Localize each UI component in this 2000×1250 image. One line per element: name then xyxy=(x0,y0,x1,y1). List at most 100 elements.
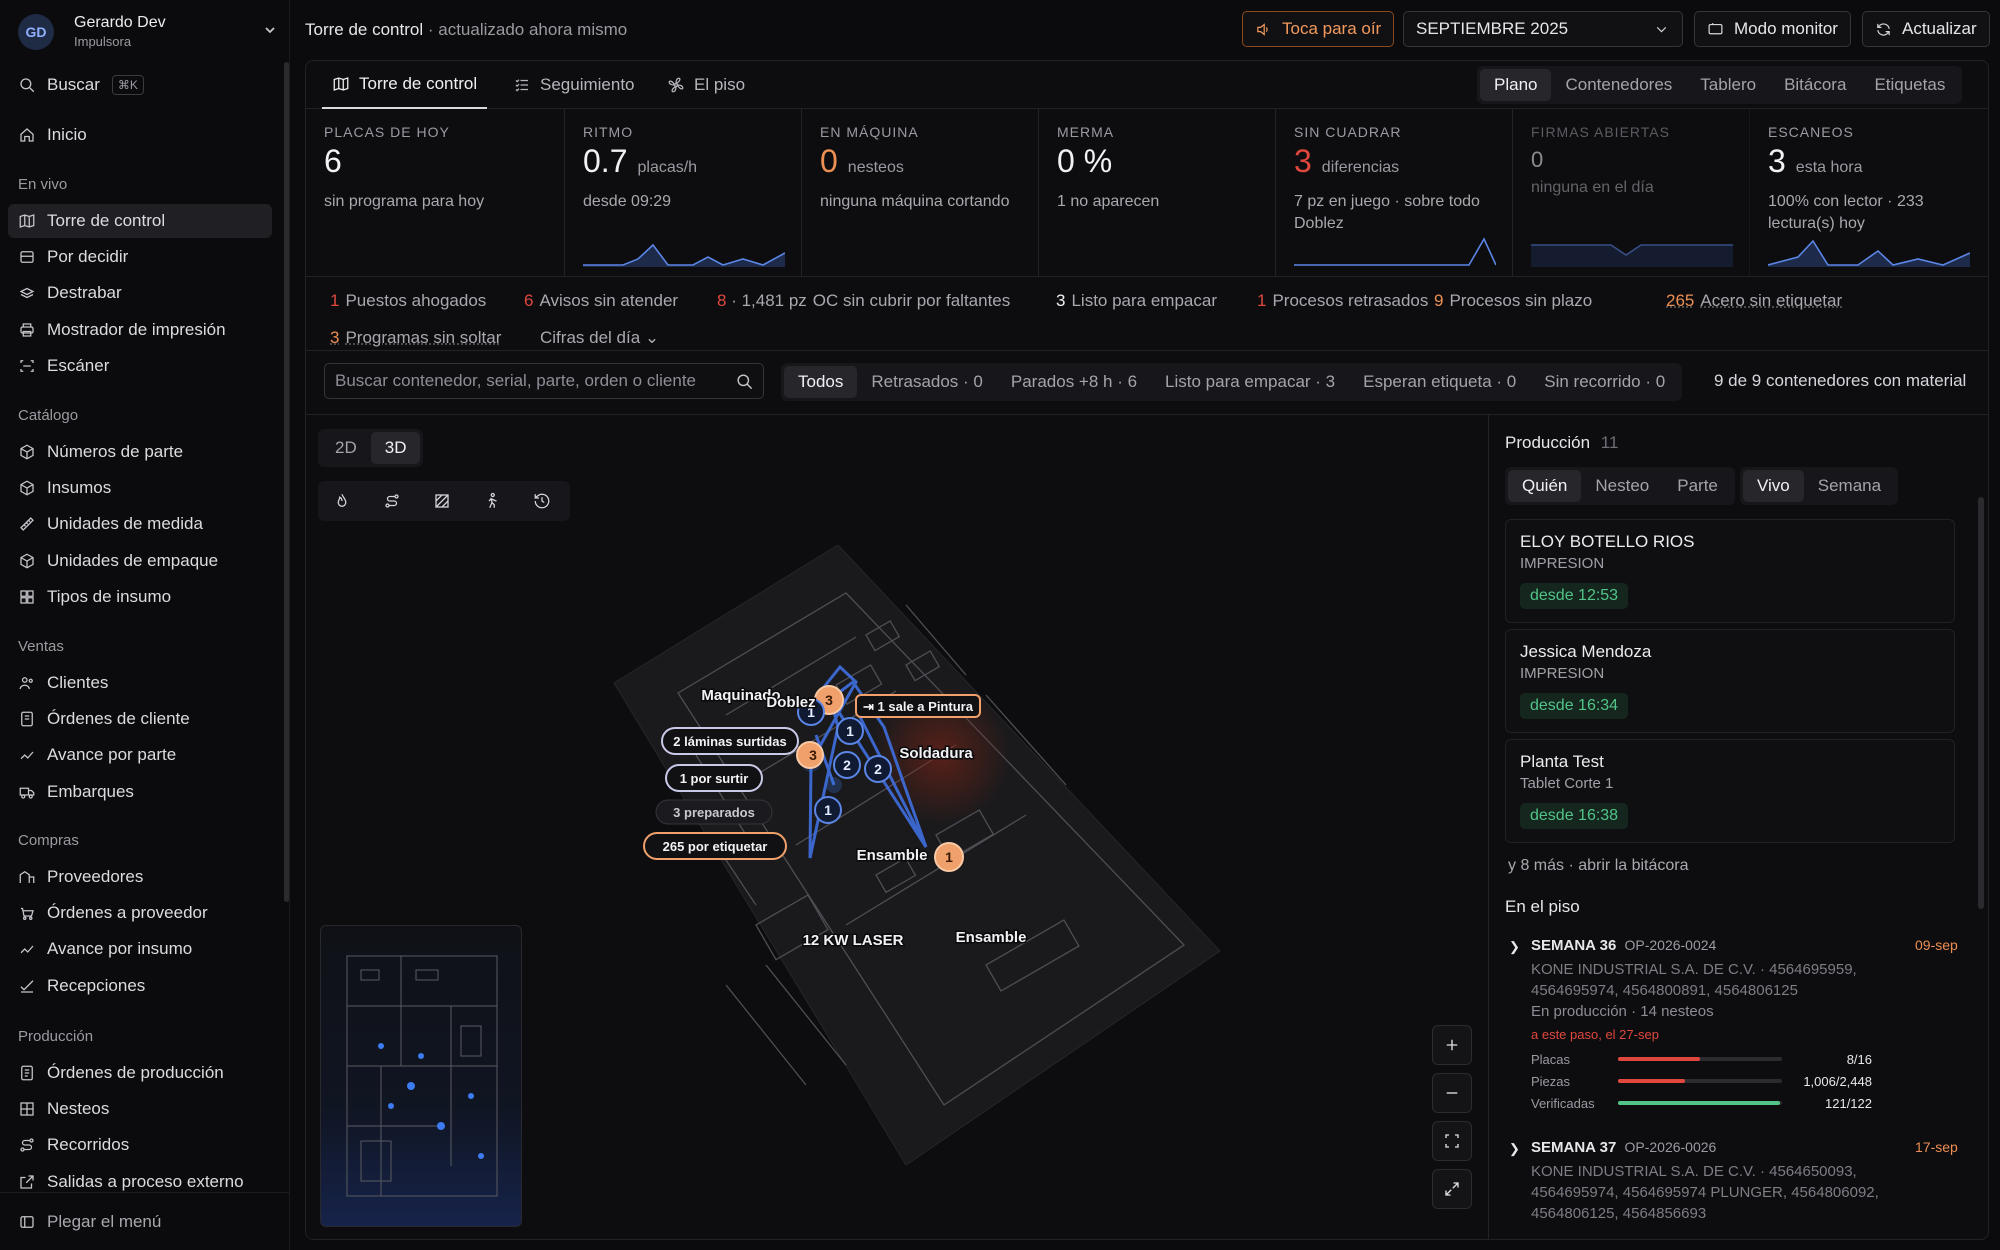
user-menu[interactable]: GD Gerardo Dev Impulsora xyxy=(18,12,278,52)
kpi-ritmo[interactable]: RITMO 0.7 placas/h desde 09:29 xyxy=(565,109,802,277)
sidebar-item-torre-de-control[interactable]: Torre de control xyxy=(8,204,272,238)
range-semana[interactable]: Semana xyxy=(1804,470,1895,502)
pill-sale-pintura[interactable]: ⇥ 1 sale a Pintura xyxy=(855,694,981,718)
kpi-en-maquina[interactable]: EN MÁQUINA 0 nesteos ninguna máquina cort… xyxy=(802,109,1039,277)
sidebar-item-ordenes-de-produccion[interactable]: Órdenes de producción xyxy=(8,1056,272,1090)
daily-figures-toggle[interactable]: Cifras del día ⌄ xyxy=(540,328,659,348)
group-parte[interactable]: Parte xyxy=(1663,470,1732,502)
chip-sin-recorrido[interactable]: Sin recorrido · 0 xyxy=(1530,366,1679,398)
mode-3d[interactable]: 3D xyxy=(370,432,421,464)
alert-item[interactable]: 8 · 1,481 pz OC sin cubrir por faltantes xyxy=(717,291,1010,311)
zoom-out-button[interactable] xyxy=(1432,1073,1472,1113)
sidebar-item-recepciones[interactable]: Recepciones xyxy=(8,969,272,1003)
alert-item[interactable]: 3 Listo para empacar xyxy=(1056,291,1217,311)
sidebar-item-recorridos[interactable]: Recorridos xyxy=(8,1128,272,1162)
sidebar-item-numeros-de-parte[interactable]: Números de parte xyxy=(8,435,272,469)
minimap[interactable] xyxy=(320,925,522,1227)
month-select[interactable]: SEPTIEMBRE 2025 xyxy=(1403,11,1683,47)
operator-card[interactable]: Planta Test Tablet Corte 1 desde 16:38 xyxy=(1505,739,1955,843)
mode-2d[interactable]: 2D xyxy=(321,432,371,464)
view-tablero[interactable]: Tablero xyxy=(1686,69,1770,101)
chip-parados[interactable]: Parados +8 h · 6 xyxy=(997,366,1151,398)
sidebar-item-insumos[interactable]: Insumos xyxy=(8,471,272,505)
sidebar-item-mostrador-de-impresion[interactable]: Mostrador de impresión xyxy=(8,313,272,347)
walk-icon[interactable] xyxy=(483,492,501,510)
sidebar-search[interactable]: Buscar ⌘K xyxy=(8,68,272,102)
tab-control-tower[interactable]: Torre de control xyxy=(322,61,488,109)
sidebar-item-tipos-de-insumo[interactable]: Tipos de insumo xyxy=(8,580,272,614)
sidebar-item-destrabar[interactable]: Destrabar xyxy=(8,276,272,310)
tab-floor[interactable]: El piso xyxy=(667,61,745,109)
fullscreen-button[interactable] xyxy=(1432,1169,1472,1209)
sidebar-item-por-decidir[interactable]: Por decidir xyxy=(8,240,272,274)
sidebar-item-ordenes-a-proveedor[interactable]: Órdenes a proveedor xyxy=(8,896,272,930)
view-contenedores[interactable]: Contenedores xyxy=(1551,69,1686,101)
open-log-link[interactable]: y 8 más · abrir la bitácora xyxy=(1508,857,1689,875)
kpi-escaneos[interactable]: ESCANEOS 3 esta hora 100% con lector · 23… xyxy=(1750,109,1988,277)
zoom-in-button[interactable] xyxy=(1432,1025,1472,1065)
hatch-icon[interactable] xyxy=(433,492,451,510)
sidebar-item-label: Avance por insumo xyxy=(47,939,193,959)
monitor-mode-button[interactable]: Modo monitor xyxy=(1694,11,1851,47)
sidebar-item-avance-por-insumo[interactable]: Avance por insumo xyxy=(8,932,272,966)
sidebar-item-nesteos[interactable]: Nesteos xyxy=(8,1092,272,1126)
container-search-input[interactable]: Buscar contenedor, serial, parte, orden … xyxy=(324,363,764,399)
kpi-firmas[interactable]: FIRMAS ABIERTAS 0 ninguna en el día xyxy=(1513,109,1750,277)
floor-plan-3d[interactable]: 3 1 1 2 2 1 1 3 Maquinado Doblez Soldadu… xyxy=(606,545,1246,1165)
sidebar-item-unidades-de-medida[interactable]: Unidades de medida xyxy=(8,507,272,541)
tab-tracking[interactable]: Seguimiento xyxy=(513,61,635,109)
chip-esperan-etiqueta[interactable]: Esperan etiqueta · 0 xyxy=(1349,366,1530,398)
alert-count: 1 xyxy=(330,291,340,310)
alert-item[interactable]: 1 Procesos retrasados xyxy=(1257,291,1428,311)
chevron-right-icon[interactable]: ❯ xyxy=(1509,1141,1520,1157)
sidebar-item-home[interactable]: Inicio xyxy=(8,118,272,152)
operator-card[interactable]: ELOY BOTELLO RIOS IMPRESION desde 12:53 xyxy=(1505,519,1955,623)
chip-listo-empacar[interactable]: Listo para empacar · 3 xyxy=(1151,366,1349,398)
view-bitacora[interactable]: Bitácora xyxy=(1770,69,1860,101)
sidebar-item-escaner[interactable]: Escáner xyxy=(8,349,272,383)
view-etiquetas[interactable]: Etiquetas xyxy=(1860,69,1959,101)
node-badge[interactable]: 1 xyxy=(836,717,864,745)
chip-retrasados[interactable]: Retrasados · 0 xyxy=(857,366,997,398)
alert-item[interactable]: 1 Puestos ahogados xyxy=(330,291,486,311)
listen-button[interactable]: Toca para oír xyxy=(1242,11,1395,47)
alert-item[interactable]: 3 Programas sin soltar xyxy=(330,328,501,348)
node-badge[interactable]: 1 xyxy=(814,796,842,824)
sidebar-item-proveedores[interactable]: Proveedores xyxy=(8,860,272,894)
group-quien[interactable]: Quién xyxy=(1508,470,1582,502)
pill-preparados[interactable]: 3 preparados xyxy=(655,799,773,825)
refresh-button[interactable]: Actualizar xyxy=(1862,11,1990,47)
group-nesteo[interactable]: Nesteo xyxy=(1581,470,1663,502)
view-plano[interactable]: Plano xyxy=(1480,69,1552,101)
sidebar-item-avance-por-parte[interactable]: Avance por parte xyxy=(8,738,272,772)
fit-view-button[interactable] xyxy=(1432,1121,1472,1161)
node-badge[interactable]: 2 xyxy=(833,751,861,779)
alert-item[interactable]: 265 Acero sin etiquetar xyxy=(1666,291,1842,311)
chevron-right-icon[interactable]: ❯ xyxy=(1509,939,1520,955)
kpi-sin-cuadrar[interactable]: SIN CUADRAR 3 diferencias 7 pz en juego ·… xyxy=(1276,109,1513,277)
range-vivo[interactable]: Vivo xyxy=(1743,470,1804,502)
node-badge[interactable]: 2 xyxy=(864,755,892,783)
pill-por-etiquetar[interactable]: 265 por etiquetar xyxy=(643,832,787,860)
kpi-merma[interactable]: MERMA 0 % 1 no aparecen xyxy=(1039,109,1276,277)
flame-icon[interactable] xyxy=(333,492,351,510)
kpi-placas[interactable]: PLACAS DE HOY 6 sin programa para hoy xyxy=(306,109,565,277)
sidebar-item-embarques[interactable]: Embarques xyxy=(8,775,272,809)
sidebar-item-ordenes-de-cliente[interactable]: Órdenes de cliente xyxy=(8,702,272,736)
panel-scrollbar[interactable] xyxy=(1978,497,1984,909)
chip-todos[interactable]: Todos xyxy=(784,366,858,398)
pill-por-surtir[interactable]: 1 por surtir xyxy=(665,764,763,792)
sidebar-item-clientes[interactable]: Clientes xyxy=(8,666,272,700)
floor-map[interactable]: 2D 3D 3 1 1 2 2 1 1 3 Maquinado Doblez S… xyxy=(306,415,1489,1239)
route-icon[interactable] xyxy=(383,492,401,510)
alert-item[interactable]: 9 Procesos sin plazo xyxy=(1434,291,1592,311)
node-badge[interactable]: 1 xyxy=(934,842,964,872)
collapse-menu-button[interactable]: Plegar el menú xyxy=(8,1205,272,1239)
sidebar-scrollbar[interactable] xyxy=(284,62,289,902)
pill-laminas-surtidas[interactable]: 2 láminas surtidas xyxy=(661,727,799,755)
sidebar-item-unidades-de-empaque[interactable]: Unidades de empaque xyxy=(8,544,272,578)
operator-card[interactable]: Jessica Mendoza IMPRESION desde 16:34 xyxy=(1505,629,1955,733)
alert-item[interactable]: 6 Avisos sin atender xyxy=(524,291,678,311)
node-badge[interactable]: 3 xyxy=(796,741,824,769)
history-icon[interactable] xyxy=(533,492,551,510)
